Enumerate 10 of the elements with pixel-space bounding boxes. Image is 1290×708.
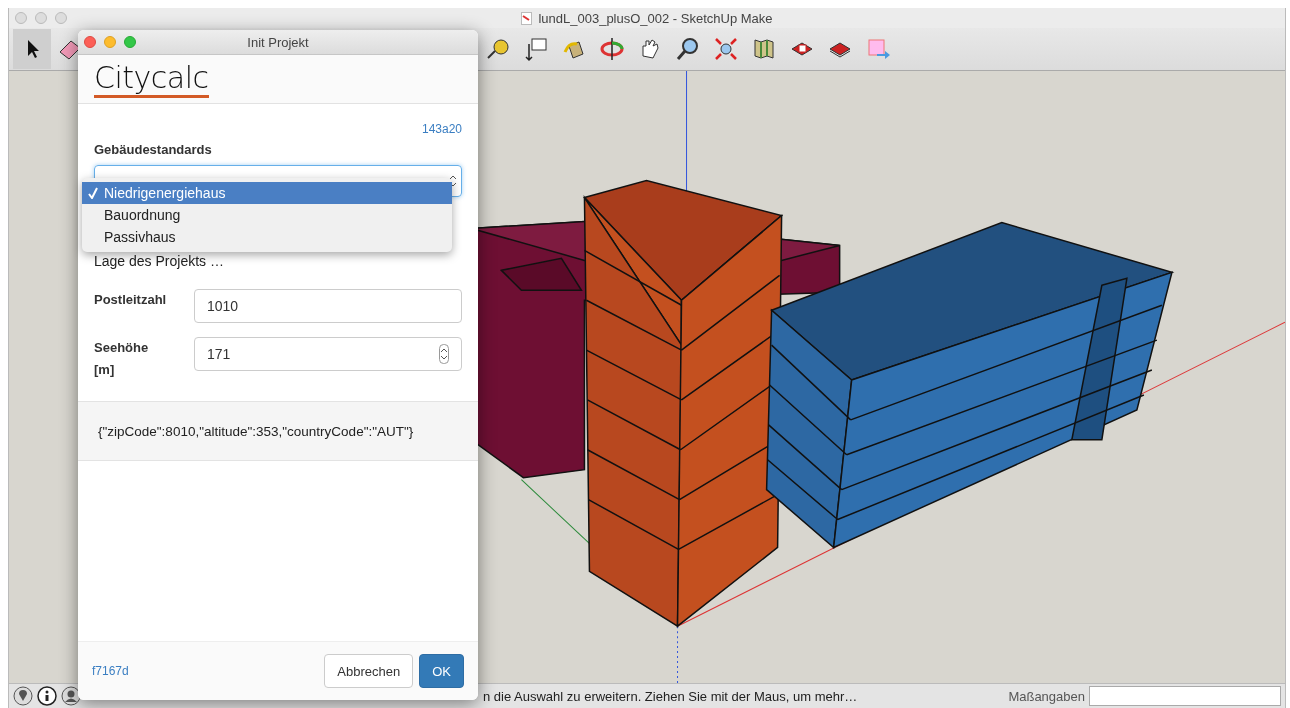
field-label: Gebäudestandards [94, 142, 213, 157]
status-hint: n die Auswahl zu erweitern. Ziehen Sie mit der Maus, um mehr… [483, 688, 859, 704]
result-text: {"zipCode":8010,"altitude":353,"countryCode":"AUT"} [98, 423, 414, 439]
measurements-label: Maßangaben [1008, 688, 1085, 704]
dialog-title: Init Projekt [247, 34, 309, 50]
window-title: lundL_003_plusO_002 - SketchUp Make [538, 10, 773, 26]
logo: Citycalc [94, 60, 209, 98]
section-heading: Lage des Projekts … [94, 253, 224, 269]
field-label: Postleitzahl [94, 291, 164, 309]
field-label: Seehöhe [m] [94, 339, 150, 379]
